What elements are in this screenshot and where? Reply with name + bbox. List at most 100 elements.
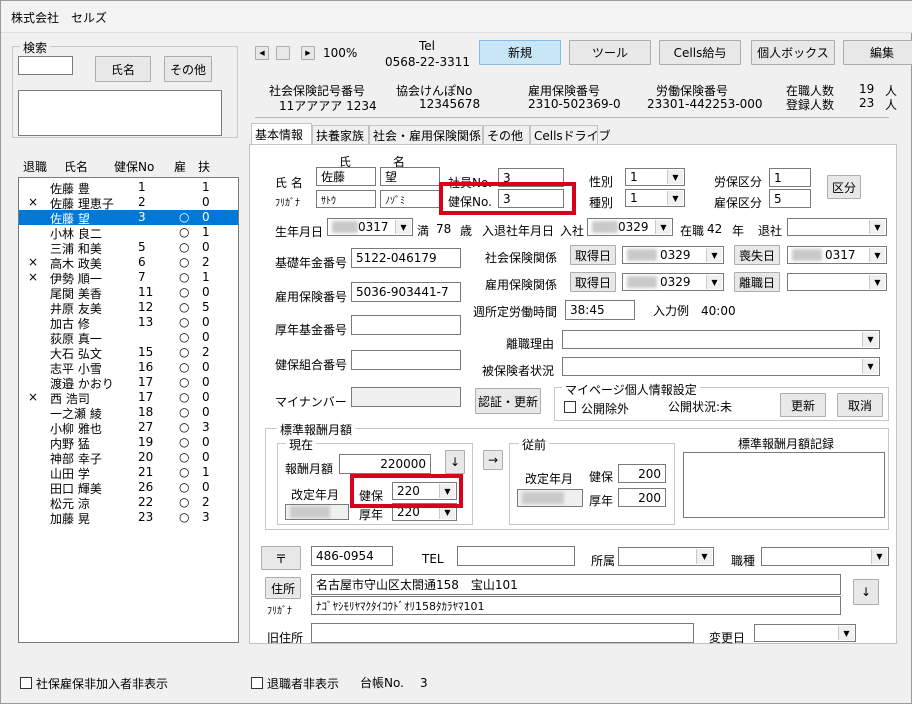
join-select[interactable]: 0329 ▼ bbox=[587, 218, 673, 236]
prev-kosei-input[interactable]: 200 bbox=[618, 488, 666, 507]
search-condition-box[interactable] bbox=[18, 90, 222, 136]
job-select[interactable]: ▼ bbox=[761, 547, 889, 566]
postal-input[interactable]: 486-0954 bbox=[311, 546, 393, 566]
list-item[interactable]: × 佐藤 理恵子 2 0 bbox=[19, 195, 238, 211]
insured-status-select[interactable]: ▼ bbox=[562, 357, 880, 376]
list-item[interactable]: × 西 浩司 17 ○ 0 bbox=[19, 390, 238, 406]
sei-kana-input[interactable]: ｻﾄｳ bbox=[316, 190, 376, 208]
search-name-button[interactable]: 氏名 bbox=[95, 56, 151, 82]
ledger-value: 3 bbox=[420, 676, 428, 690]
hide-retired-checkbox[interactable] bbox=[251, 677, 263, 689]
scroll-right-button[interactable]: ▶ bbox=[301, 46, 315, 60]
mei-kana-input[interactable]: ﾉｿﾞﾐ bbox=[380, 190, 440, 208]
leave-date-button[interactable]: 離職日 bbox=[734, 272, 780, 292]
mypage-update-button[interactable]: 更新 bbox=[780, 393, 826, 417]
koyo-no-input[interactable]: 5036-903441-7 bbox=[351, 282, 461, 302]
leave-date-select[interactable]: ▼ bbox=[787, 273, 887, 291]
kenpo-kumiai-input[interactable] bbox=[351, 350, 461, 370]
leave-reason-select[interactable]: ▼ bbox=[562, 330, 880, 349]
monthly-input[interactable]: 220000 bbox=[339, 454, 431, 474]
koyo-acquire-select[interactable]: 0329 ▼ bbox=[622, 273, 724, 291]
list-item[interactable]: 内野 猛 19 ○ 0 bbox=[19, 435, 238, 451]
kenpo-grade-select[interactable]: 220 ▼ bbox=[392, 482, 457, 500]
public-exclude-checkbox[interactable] bbox=[564, 401, 576, 413]
list-item[interactable]: 松元 涼 22 ○ 2 bbox=[19, 495, 238, 511]
list-item[interactable]: × 伊勢 順一 7 ○ 1 bbox=[19, 270, 238, 286]
cells-salary-button[interactable]: Cells給与 bbox=[659, 40, 741, 65]
list-item[interactable]: 佐藤 望 3 ○ 0 bbox=[19, 210, 238, 226]
work-hours-input[interactable]: 38:45 bbox=[565, 300, 635, 320]
list-item[interactable]: 小柳 雅也 27 ○ 3 bbox=[19, 420, 238, 436]
type-select[interactable]: 1 ▼ bbox=[625, 189, 685, 207]
koyo-kubun-input[interactable]: 5 bbox=[769, 189, 811, 208]
scroll-left-button[interactable]: ◀ bbox=[255, 46, 269, 60]
tel-input[interactable] bbox=[457, 546, 575, 566]
pension-input[interactable]: 5122-046179 bbox=[351, 248, 461, 268]
shaho-acquire-select[interactable]: 0329 ▼ bbox=[622, 246, 724, 264]
list-item[interactable]: 加古 修 13 ○ 0 bbox=[19, 315, 238, 331]
list-item[interactable]: 加藤 晃 23 ○ 3 bbox=[19, 510, 238, 526]
list-item[interactable]: 神部 幸子 20 ○ 0 bbox=[19, 450, 238, 466]
list-item[interactable]: 山田 学 21 ○ 1 bbox=[19, 465, 238, 481]
search-other-button[interactable]: その他 bbox=[164, 56, 212, 82]
employee-list[interactable]: 佐藤 豊 1 1 × 佐藤 理恵子 2 0 佐藤 望 3 ○ 0 小林 良二 ○ 1 三浦 和美 5 ○ 0 × 高木… bbox=[18, 177, 239, 643]
list-item[interactable]: 渡邉 かおり 17 ○ 0 bbox=[19, 375, 238, 391]
address-input[interactable]: 名古屋市守山区太閤通158 宝山101 bbox=[311, 574, 841, 595]
list-item[interactable]: 田口 輝美 26 ○ 0 bbox=[19, 480, 238, 496]
sei-input[interactable]: 佐藤 bbox=[316, 167, 376, 186]
list-item[interactable]: 大石 弘文 15 ○ 2 bbox=[19, 345, 238, 361]
list-item[interactable]: × 高木 政美 6 ○ 2 bbox=[19, 255, 238, 271]
mei-input[interactable]: 望 bbox=[380, 167, 440, 186]
list-item-employ: ○ bbox=[179, 330, 190, 344]
employee-no-input[interactable]: 3 bbox=[498, 168, 564, 187]
salary-record-box[interactable] bbox=[683, 452, 885, 518]
address-kana-input[interactable]: ﾅｺﾞﾔｼﾓﾘﾔﾏｸﾀｲｺｳﾄﾞｵﾘ158ﾀｶﾗﾔﾏ101 bbox=[311, 596, 841, 615]
mypage-cancel-button[interactable]: 取消 bbox=[837, 393, 883, 417]
tab-4[interactable]: Cellsドライブ bbox=[530, 125, 611, 144]
koyo-acquire-button[interactable]: 取得日 bbox=[570, 272, 616, 292]
prev-revised-input[interactable] bbox=[517, 489, 583, 507]
tab-0[interactable]: 基本情報 bbox=[251, 123, 312, 144]
list-item[interactable]: 尾関 美香 11 ○ 0 bbox=[19, 285, 238, 301]
shaho-lose-select[interactable]: 0317 ▼ bbox=[787, 246, 887, 264]
tools-button[interactable]: ツール bbox=[569, 40, 651, 65]
scroll-track-button[interactable] bbox=[276, 46, 290, 60]
copy-to-prev-button[interactable]: → bbox=[483, 450, 503, 470]
list-item[interactable]: 一之瀬 綾 18 ○ 0 bbox=[19, 405, 238, 421]
list-item[interactable]: 小林 良二 ○ 1 bbox=[19, 225, 238, 241]
revised-input[interactable] bbox=[285, 504, 349, 520]
shaho-acquire-button[interactable]: 取得日 bbox=[570, 245, 616, 265]
edit-button[interactable]: 編集 bbox=[843, 40, 912, 65]
kosei-grade-select[interactable]: 220 ▼ bbox=[392, 503, 457, 521]
address-down-button[interactable]: ↓ bbox=[853, 579, 879, 605]
change-date-select[interactable]: ▼ bbox=[754, 624, 856, 642]
personal-box-button[interactable]: 個人ボックス bbox=[751, 40, 835, 65]
postal-button[interactable]: 〒 bbox=[261, 546, 301, 570]
list-item[interactable]: 志平 小雪 16 ○ 0 bbox=[19, 360, 238, 376]
rodo-kubun-input[interactable]: 1 bbox=[769, 168, 811, 187]
retire-select[interactable]: ▼ bbox=[787, 218, 887, 236]
list-item[interactable]: 佐藤 豊11 bbox=[19, 180, 238, 196]
birth-select[interactable]: 0317 ▼ bbox=[327, 218, 413, 236]
address-button[interactable]: 住所 bbox=[265, 577, 301, 599]
prev-kenpo-input[interactable]: 200 bbox=[618, 464, 666, 483]
shaho-lose-button[interactable]: 喪失日 bbox=[734, 245, 780, 265]
kosei-kikin-input[interactable] bbox=[351, 315, 461, 335]
list-item[interactable]: 三浦 和美 5 ○ 0 bbox=[19, 240, 238, 256]
new-button[interactable]: 新規 bbox=[479, 40, 561, 65]
auth-update-button[interactable]: 認証・更新 bbox=[475, 388, 541, 414]
hide-unenrolled-checkbox[interactable] bbox=[20, 677, 32, 689]
list-item[interactable]: 井原 友美 12 ○ 5 bbox=[19, 300, 238, 316]
gender-select[interactable]: 1 ▼ bbox=[625, 168, 685, 186]
affiliation-select[interactable]: ▼ bbox=[618, 547, 714, 566]
tab-1[interactable]: 扶養家族 bbox=[312, 125, 369, 144]
kenpo-no-input[interactable]: 3 bbox=[498, 189, 564, 208]
mynumber-input[interactable] bbox=[351, 387, 461, 407]
old-address-input[interactable] bbox=[311, 623, 694, 643]
tab-3[interactable]: その他 bbox=[483, 125, 530, 144]
list-item[interactable]: 荻原 真一 ○ 0 bbox=[19, 330, 238, 346]
tab-2[interactable]: 社会・雇用保険関係 bbox=[369, 125, 483, 144]
monthly-down-button[interactable]: ↓ bbox=[445, 450, 465, 474]
kubun-button[interactable]: 区分 bbox=[827, 175, 861, 199]
search-input[interactable] bbox=[18, 56, 73, 75]
